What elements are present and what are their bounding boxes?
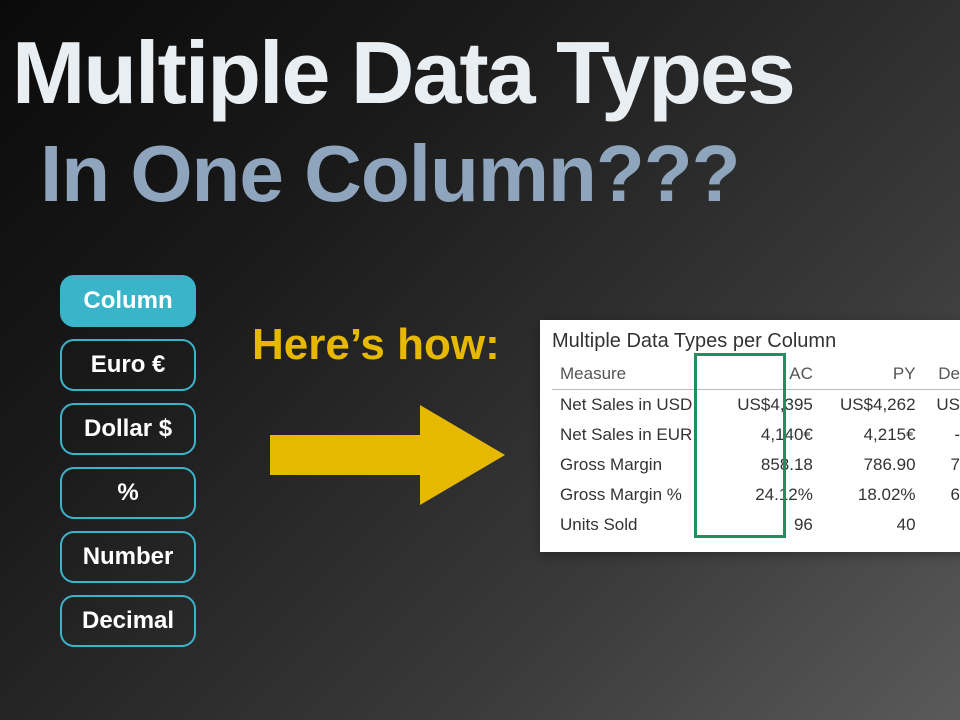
cell-measure: Net Sales in USD bbox=[552, 390, 718, 421]
pill-euro[interactable]: Euro € bbox=[60, 339, 196, 391]
cell-measure: Gross Margin bbox=[552, 450, 718, 480]
arrow-icon bbox=[270, 390, 510, 525]
pill-number[interactable]: Number bbox=[60, 531, 196, 583]
cell-ac: 96 bbox=[718, 510, 821, 540]
cell-ac: 24.12% bbox=[718, 480, 821, 510]
table-row: Gross Margin % 24.12% 18.02% 6 bbox=[552, 480, 960, 510]
cell-de: 7 bbox=[924, 450, 960, 480]
table-row: Net Sales in EUR 4,140€ 4,215€ - bbox=[552, 420, 960, 450]
data-table: Measure AC PY De Net Sales in USD US$4,3… bbox=[552, 359, 960, 540]
th-de: De bbox=[924, 359, 960, 390]
cell-py: US$4,262 bbox=[821, 390, 924, 421]
cell-py: 18.02% bbox=[821, 480, 924, 510]
table-title: Multiple Data Types per Column bbox=[552, 330, 960, 353]
cell-de: 6 bbox=[924, 480, 960, 510]
cell-py: 786.90 bbox=[821, 450, 924, 480]
pill-decimal[interactable]: Decimal bbox=[60, 595, 196, 647]
th-measure: Measure bbox=[552, 359, 718, 390]
cell-de: US bbox=[924, 390, 960, 421]
title-sub: In One Column??? bbox=[40, 128, 739, 220]
cell-ac: 4,140€ bbox=[718, 420, 821, 450]
cell-measure: Net Sales in EUR bbox=[552, 420, 718, 450]
cell-py: 40 bbox=[821, 510, 924, 540]
th-py: PY bbox=[821, 359, 924, 390]
hint-text: Here’s how: bbox=[252, 320, 500, 370]
pill-column[interactable]: Column bbox=[60, 275, 196, 327]
pill-list: Column Euro € Dollar $ % Number Decimal bbox=[60, 275, 196, 647]
cell-measure: Units Sold bbox=[552, 510, 718, 540]
cell-measure: Gross Margin % bbox=[552, 480, 718, 510]
cell-de bbox=[924, 510, 960, 540]
cell-ac: 858.18 bbox=[718, 450, 821, 480]
table-row: Units Sold 96 40 bbox=[552, 510, 960, 540]
pill-percent[interactable]: % bbox=[60, 467, 196, 519]
cell-py: 4,215€ bbox=[821, 420, 924, 450]
cell-ac: US$4,395 bbox=[718, 390, 821, 421]
pill-dollar[interactable]: Dollar $ bbox=[60, 403, 196, 455]
table-row: Net Sales in USD US$4,395 US$4,262 US bbox=[552, 390, 960, 421]
table-card: Multiple Data Types per Column Measure A… bbox=[540, 320, 960, 552]
table-row: Gross Margin 858.18 786.90 7 bbox=[552, 450, 960, 480]
cell-de: - bbox=[924, 420, 960, 450]
title-main: Multiple Data Types bbox=[12, 22, 794, 124]
th-ac: AC bbox=[718, 359, 821, 390]
